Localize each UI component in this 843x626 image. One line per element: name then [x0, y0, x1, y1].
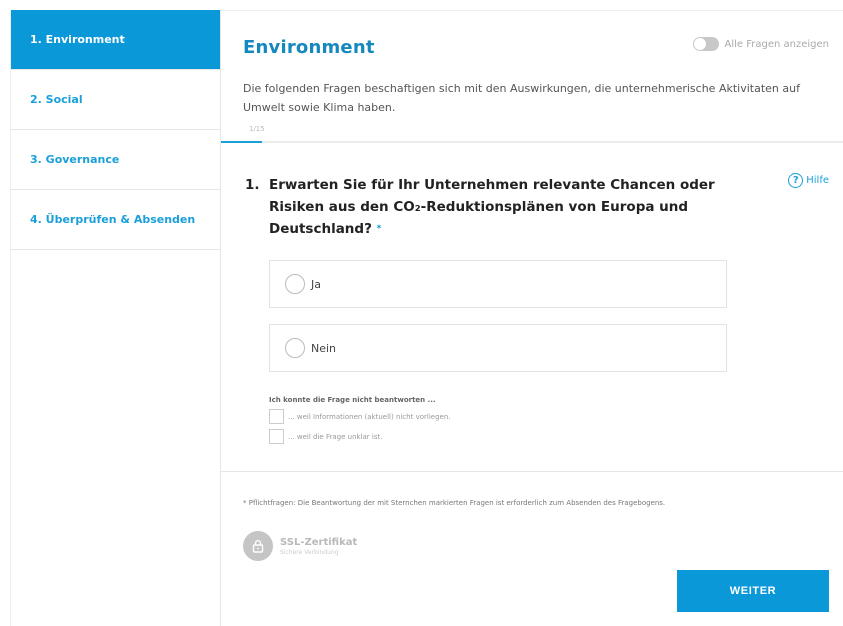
required-mark: *	[376, 224, 382, 234]
help-label: Hilfe	[806, 175, 829, 186]
question-text: Erwarten Sie für Ihr Unternehmen relevan…	[269, 177, 715, 237]
next-button[interactable]: WEITER	[677, 570, 829, 612]
answer-option-label: Ja	[311, 277, 321, 291]
sidebar-nav: 1. Environment 2. Social 3. Governance 4…	[10, 10, 221, 626]
progress-counter: 1/15	[249, 125, 265, 133]
survey-page: 1. Environment 2. Social 3. Governance 4…	[0, 0, 843, 626]
sidebar-item-environment[interactable]: 1. Environment	[11, 10, 220, 70]
answer-option-nein[interactable]: Nein	[269, 324, 727, 372]
radio-button[interactable]	[285, 274, 305, 294]
radio-button[interactable]	[285, 338, 305, 358]
question-text-wrap: Erwarten Sie für Ihr Unternehmen relevan…	[245, 174, 715, 240]
section-intro: Die folgenden Fragen beschaftigen sich m…	[243, 82, 800, 114]
question-number: 1.	[245, 177, 260, 193]
sidebar-item-review-submit[interactable]: 4. Überprüfen & Absenden	[11, 190, 220, 250]
show-all-questions-toggle[interactable]	[692, 37, 719, 51]
sidebar-item-label: 3. Governance	[30, 153, 120, 166]
checkbox[interactable]	[269, 409, 284, 424]
lock-icon	[243, 531, 273, 561]
sidebar-item-label: 2. Social	[30, 93, 83, 106]
progress-bar-fill	[221, 141, 263, 143]
checkbox[interactable]	[269, 429, 284, 444]
page-title: Environment	[243, 37, 375, 58]
help-link[interactable]: ? Hilfe	[788, 173, 829, 188]
ssl-text: SSL-Zertifikat Sichere Verbindung	[280, 537, 357, 556]
checkbox-label: ... weil die Frage unklar ist.	[288, 432, 383, 441]
cant-answer-unclear[interactable]: ... weil die Frage unklar ist.	[269, 429, 382, 444]
checkbox-label: ... weil Informationen (aktuell) nicht v…	[288, 412, 451, 421]
sidebar-item-governance[interactable]: 3. Governance	[11, 130, 220, 190]
show-all-questions-toggle-group: Alle Fragen anzeigen	[692, 37, 830, 51]
cant-answer-title: Ich konnte die Frage nicht beantworten .…	[269, 396, 436, 404]
progress-bar	[221, 141, 843, 143]
ssl-subtitle: Sichere Verbindung	[280, 548, 339, 556]
ssl-badge: SSL-Zertifikat Sichere Verbindung	[243, 531, 357, 561]
main-content: Environment Alle Fragen anzeigen Die fol…	[221, 10, 843, 626]
sidebar-item-label: 4. Überprüfen & Absenden	[30, 213, 196, 226]
answer-option-ja[interactable]: Ja	[269, 260, 727, 308]
required-footnote: * Pflichtfragen: Die Beantwortung der mi…	[243, 499, 666, 507]
toggle-knob	[693, 38, 706, 50]
toggle-label: Alle Fragen anzeigen	[724, 38, 830, 50]
sidebar-item-social[interactable]: 2. Social	[11, 70, 220, 130]
ssl-title: SSL-Zertifikat	[280, 536, 358, 548]
cant-answer-no-info[interactable]: ... weil Informationen (aktuell) nicht v…	[269, 409, 451, 424]
question-circle-icon: ?	[788, 173, 804, 188]
sidebar-item-label: 1. Environment	[30, 33, 125, 46]
answer-option-label: Nein	[311, 341, 337, 355]
question: 1. Erwarten Sie für Ihr Unternehmen rele…	[245, 174, 715, 240]
divider	[221, 471, 843, 472]
